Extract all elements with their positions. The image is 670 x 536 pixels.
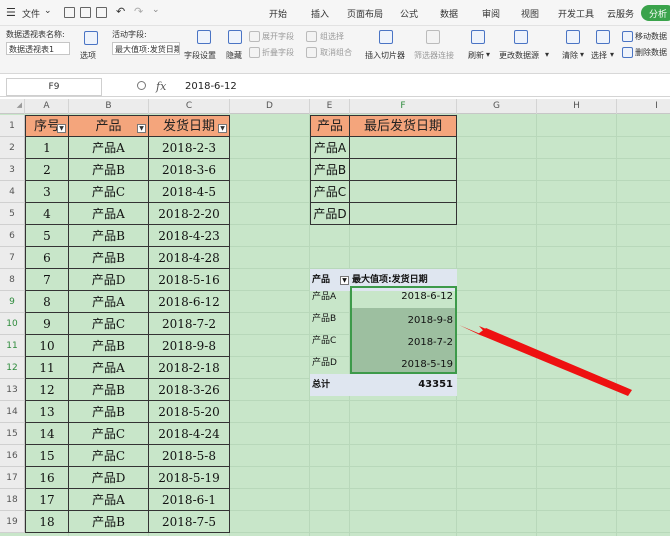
ungroup-icon[interactable] [306,47,317,58]
field-settings-icon[interactable] [197,30,211,44]
field-settings-button[interactable]: 字段设置 [184,50,216,61]
formula-bar: F9 fx 2018-6-12 [0,78,670,97]
ribbon: 数据透视表名称: 数据透视表1 选项 活动字段: 最大值项:发货日期 字段设置 … [0,26,670,74]
chevron-down-icon[interactable]: ⌄ [44,6,52,16]
fx-icon[interactable]: fx [156,80,166,93]
chevron-down-icon[interactable]: ▾ [580,50,584,59]
tab-insert[interactable]: 插入 [311,7,329,20]
pivot-name-input[interactable]: 数据透视表1 [6,42,70,55]
delete-pivot-button[interactable]: 删除数据 [635,47,667,58]
clear-button[interactable]: 清除 [562,50,578,61]
expand-icon[interactable] [249,31,260,42]
save-icon[interactable] [64,7,75,18]
tab-formulas[interactable]: 公式 [400,7,418,20]
tab-analyze[interactable]: 分析 [641,5,670,21]
filter-connection-button[interactable]: 筛选器连接 [414,50,454,61]
tab-data[interactable]: 数据 [440,7,458,20]
tab-developer[interactable]: 开发工具 [558,7,594,20]
chevron-down-icon[interactable]: ▾ [610,50,614,59]
change-source-icon[interactable] [514,30,528,44]
insert-slicer-button[interactable]: 插入切片器 [365,50,405,61]
arrow-shaft [478,328,632,396]
select-button[interactable]: 选择 [591,50,607,61]
group-selection-button[interactable]: 组选择 [320,31,344,42]
redo-icon[interactable]: ↷ [134,5,143,18]
tab-cloud[interactable]: 云服务 [607,7,634,20]
move-pivot-button[interactable]: 移动数据 [635,31,667,42]
collapse-field-button[interactable]: 折叠字段 [262,47,294,58]
delete-pivot-icon[interactable] [622,47,633,58]
print-icon[interactable] [80,7,91,18]
collapse-icon[interactable] [249,47,260,58]
chevron-down-icon[interactable]: ▾ [545,50,549,59]
chevron-down-icon[interactable]: ▾ [486,50,490,59]
tab-home[interactable]: 开始 [269,7,287,20]
options-button[interactable]: 选项 [80,50,96,61]
menu-file[interactable]: 文件 [22,7,40,20]
refresh-button[interactable]: 刷新 [468,50,484,61]
tab-view[interactable]: 视图 [521,7,539,20]
select-icon[interactable] [596,30,610,44]
clear-icon[interactable] [566,30,580,44]
hide-button[interactable]: 隐藏 [226,50,242,61]
undo-icon[interactable]: ↶ [116,5,125,18]
tab-review[interactable]: 审阅 [482,7,500,20]
move-pivot-icon[interactable] [622,31,633,42]
formula-input[interactable]: 2018-6-12 [185,81,237,92]
spreadsheet-grid[interactable]: ◢ A B C D E F G H I 1 2 3 4 5 6 7 8 9 10 11 12 13 14 1… [0,99,670,536]
tab-page-layout[interactable]: 页面布局 [347,7,383,20]
pivot-name-label: 数据透视表名称: [6,30,65,39]
hamburger-icon[interactable]: ☰ [6,6,16,19]
hide-icon[interactable] [228,30,242,44]
slicer-icon[interactable] [379,30,393,44]
group-icon[interactable] [306,31,317,42]
active-field-input[interactable]: 最大值项:发货日期 [112,42,180,55]
filter-connection-icon[interactable] [426,30,440,44]
menu-bar: ☰ 文件 ⌄ ↶ ↷ ⌄ 开始 插入 页面布局 公式 数据 审阅 视图 开发工具… [0,0,670,26]
change-source-button[interactable]: 更改数据源 [499,50,539,61]
chevron-down-icon[interactable]: ⌄ [152,5,160,15]
zoom-icon[interactable] [137,81,146,90]
name-box[interactable]: F9 [6,78,102,96]
annotation-arrow [459,325,632,396]
print-preview-icon[interactable] [96,7,107,18]
expand-field-button[interactable]: 展开字段 [262,31,294,42]
refresh-icon[interactable] [471,30,485,44]
ungroup-button[interactable]: 取消组合 [320,47,352,58]
active-field-label: 活动字段: [112,30,147,39]
options-icon[interactable] [84,31,98,45]
